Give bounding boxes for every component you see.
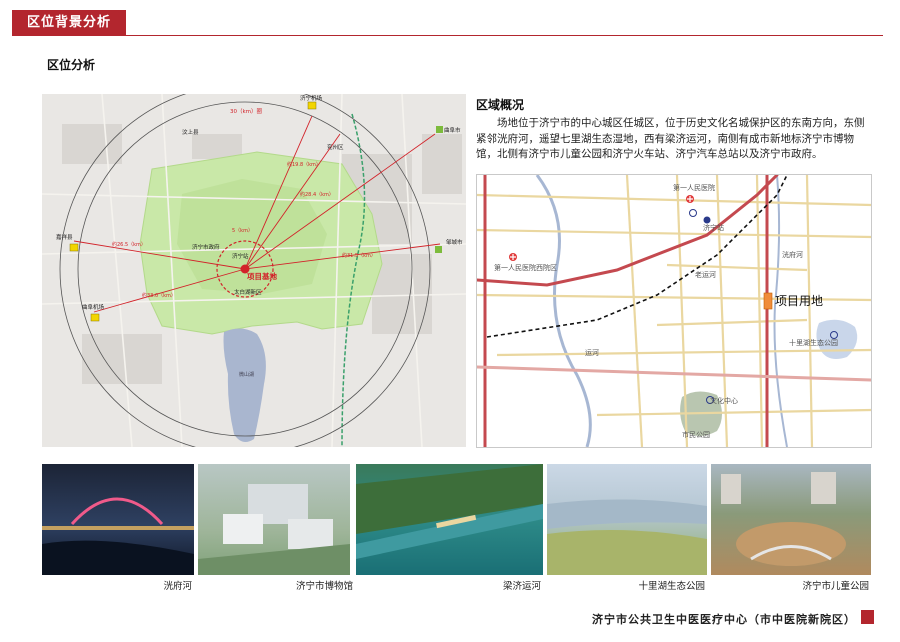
regional-map-svg: 济宁机场 30（km）圈 曲阜市 汶上县 兖州区 嘉祥县 邹城市 济宁市政府 济… bbox=[42, 94, 466, 447]
label-dist-airport: 约19.8（km） bbox=[287, 161, 321, 168]
section-title: 区位分析 bbox=[47, 58, 96, 72]
label-guangfu: 洸府河 bbox=[782, 250, 803, 259]
photo-liangji-canal bbox=[356, 464, 543, 575]
label-laoyun: 老运河 bbox=[695, 270, 716, 279]
site-map-svg: 第一人民医院 济宁站 第一人民医院西院区 洸府河 老运河 运河 十里湖生态公园 … bbox=[477, 175, 871, 447]
label-station: 济宁站 bbox=[703, 223, 724, 232]
header-divider bbox=[126, 35, 883, 36]
caption-museum: 济宁市博物馆 bbox=[295, 581, 353, 592]
photo-museum bbox=[198, 464, 350, 575]
photo-qilihu-svg bbox=[547, 499, 707, 575]
label-hospital1: 第一人民医院 bbox=[673, 183, 715, 192]
regional-location-map: 济宁机场 30（km）圈 曲阜市 汶上县 兖州区 嘉祥县 邹城市 济宁市政府 济… bbox=[42, 94, 466, 447]
label-yanzhou: 兖州区 bbox=[327, 143, 344, 151]
overview-text: 场地位于济宁市的中心城区任城区，位于历史文化名城保护区的东南方向，东侧紧邻洸府河… bbox=[476, 117, 865, 161]
label-zoucheng: 邹城市 bbox=[446, 238, 463, 246]
photo-qilihu-park bbox=[547, 464, 707, 575]
label-project-land: 项目用地 bbox=[775, 294, 823, 308]
label-jiaxiang: 嘉祥县 bbox=[56, 233, 73, 241]
photo-children-park bbox=[711, 464, 871, 575]
label-dist-yanzhou: 约28.4（km） bbox=[300, 191, 334, 198]
overview-title: 区域概况 bbox=[476, 98, 525, 112]
label-airport-top: 济宁机场 bbox=[300, 94, 323, 102]
caption-qilihu: 十里湖生态公园 bbox=[638, 581, 705, 592]
label-park: 市民公园 bbox=[682, 430, 710, 439]
caption-children-park: 济宁市儿童公园 bbox=[802, 581, 869, 592]
label-dist-5: 5（km） bbox=[232, 228, 253, 234]
label-dist-zoucheng: 约31.5（km） bbox=[342, 252, 376, 259]
label-qufu-top: 曲阜市 bbox=[444, 126, 461, 134]
label-ring-30: 30（km）圈 bbox=[230, 108, 263, 115]
label-dist-jiaxiang: 约26.5（km） bbox=[112, 241, 146, 248]
label-taibai: 太白湖新区 bbox=[234, 288, 262, 296]
label-project-site: 项目基地 bbox=[247, 271, 277, 281]
label-station: 济宁站 bbox=[232, 252, 249, 260]
label-yunhe: 运河 bbox=[585, 349, 599, 357]
seal-icon bbox=[861, 610, 874, 624]
label-qilihu: 十里湖生态公园 bbox=[789, 338, 838, 347]
hospital-west-icon bbox=[509, 253, 517, 261]
photo-museum-svg bbox=[198, 484, 350, 575]
label-wenshang: 汶上县 bbox=[182, 128, 199, 136]
label-gov: 济宁市政府 bbox=[192, 243, 220, 251]
page-title: 区位背景分析 bbox=[26, 15, 111, 30]
train-icon bbox=[703, 216, 711, 224]
footer-project-name: 济宁市公共卫生中医医疗中心（市中医院新院区） bbox=[592, 613, 856, 626]
caption-canal: 梁济运河 bbox=[502, 581, 541, 592]
photo-guangfu-svg bbox=[42, 497, 194, 575]
hospital-icon bbox=[686, 195, 694, 203]
photo-guangfu-river bbox=[42, 464, 194, 575]
site-location-map: 第一人民医院 济宁站 第一人民医院西院区 洸府河 老运河 运河 十里湖生态公园 … bbox=[476, 174, 872, 448]
photo-children-svg bbox=[721, 472, 846, 566]
photo-canal-svg bbox=[356, 464, 543, 559]
label-weishan: 微山湖 bbox=[239, 371, 254, 378]
label-hospital-west: 第一人民医院西院区 bbox=[494, 263, 557, 272]
label-culture: 文化中心 bbox=[710, 396, 738, 405]
label-qufu-airport: 曲阜机场 bbox=[82, 303, 105, 311]
caption-guangfu: 洸府河 bbox=[163, 581, 192, 592]
label-dist-qufu-airport: 约33.0（km） bbox=[142, 292, 176, 299]
